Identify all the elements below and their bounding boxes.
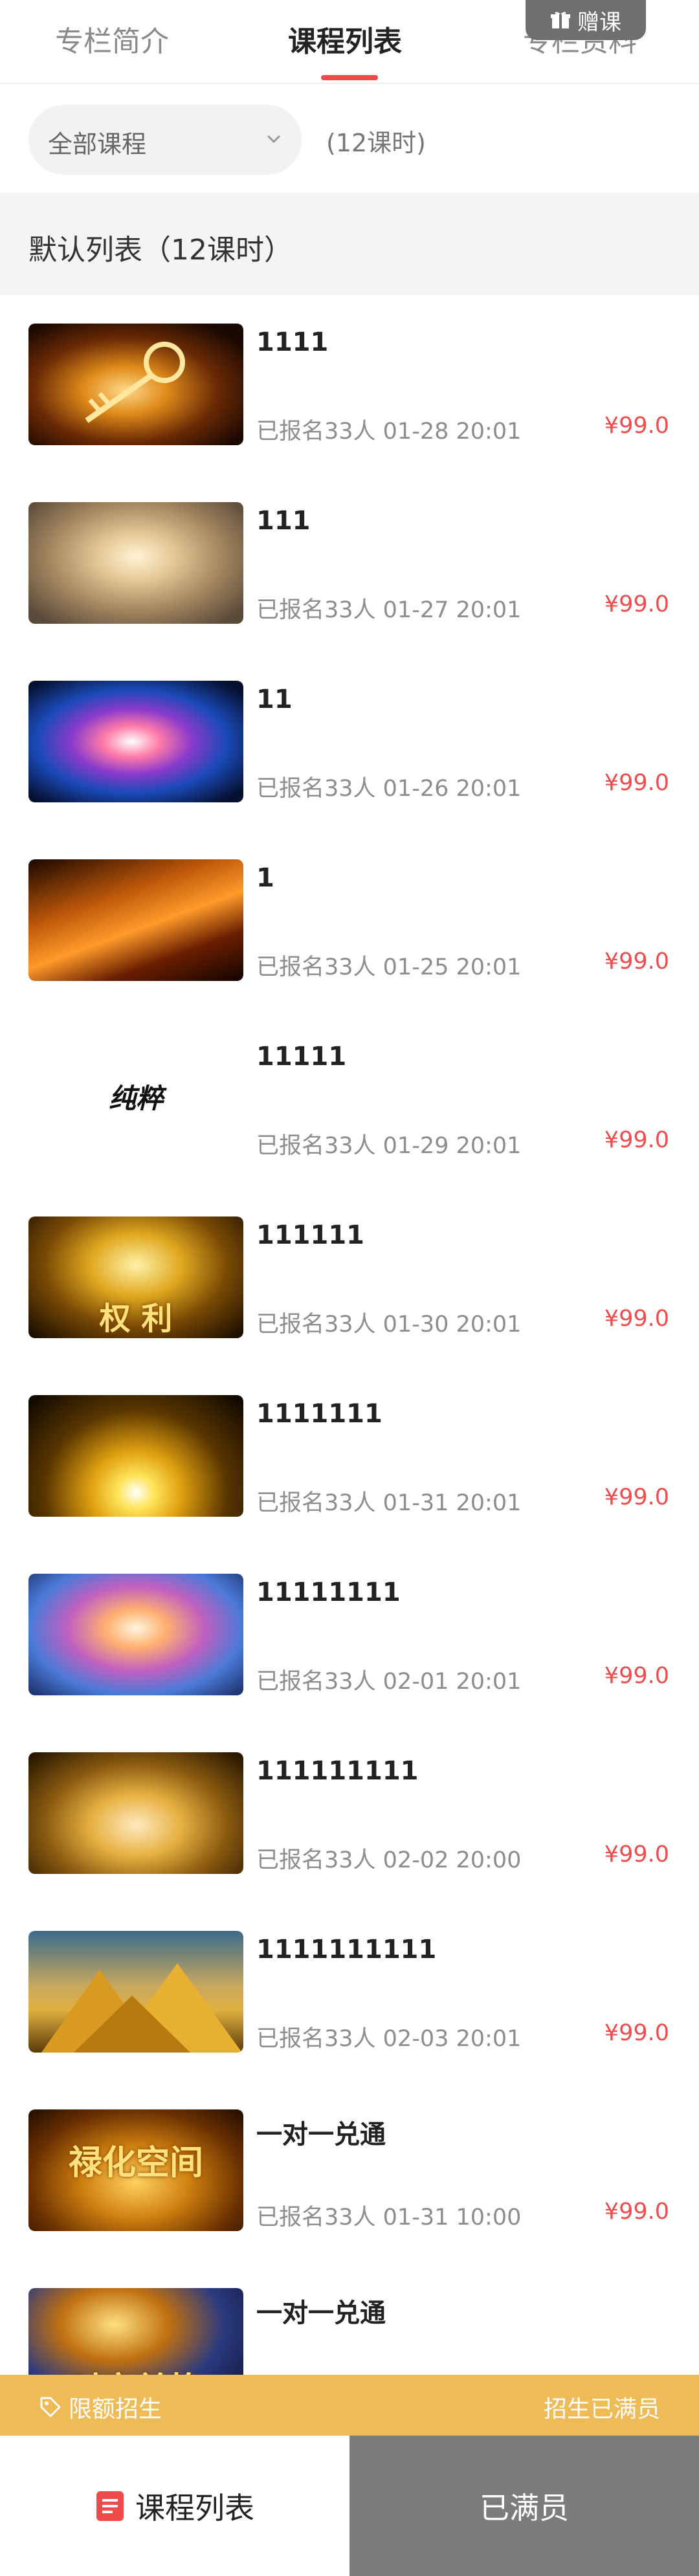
course-meta: 已报名33人 01-26 20:01 <box>256 776 522 802</box>
course-price: ¥99.0 <box>604 1842 669 1867</box>
tab-course-list[interactable]: 课程列表 <box>288 18 402 60</box>
thumbnail-caption: 纯粹 <box>108 1083 163 1114</box>
course-title: 1111111111 <box>256 1935 437 1965</box>
course-item[interactable]: 111111111 已报名33人 02-02 20:00 ¥99.0 <box>0 1724 699 1902</box>
course-meta: 已报名33人 02-01 20:01 <box>256 1669 522 1695</box>
enrollment-full-label: 招生已满员 <box>543 2396 660 2423</box>
course-title: 111 <box>256 506 311 536</box>
chevron-down-icon <box>267 135 280 144</box>
course-meta: 已报名33人 01-30 20:01 <box>256 1312 522 1338</box>
course-price: ¥99.0 <box>604 1306 669 1332</box>
course-title: 一对一兑通 <box>256 2120 386 2150</box>
course-meta: 已报名33人 02-03 20:01 <box>256 2026 522 2052</box>
course-title: 11111111 <box>256 1578 401 1607</box>
course-thumbnail <box>28 324 243 445</box>
course-thumbnail <box>28 859 243 981</box>
course-item[interactable]: 纯粹 11111 已报名33人 01-29 20:01 ¥99.0 <box>0 1009 699 1188</box>
course-meta: 已报名33人 01-31 20:01 <box>256 1490 522 1516</box>
course-item[interactable]: 1111 已报名33人 01-28 20:01 ¥99.0 <box>0 295 699 474</box>
course-price: ¥99.0 <box>604 770 669 796</box>
course-thumbnail <box>28 502 243 624</box>
course-meta: 已报名33人 01-25 20:01 <box>256 954 522 980</box>
course-title: 1 <box>256 863 274 893</box>
gift-course-button[interactable]: 赠课 <box>526 0 646 40</box>
course-price: ¥99.0 <box>604 949 669 974</box>
course-meta: 已报名33人 01-31 10:00 <box>256 2205 522 2230</box>
course-item[interactable]: 11 已报名33人 01-26 20:01 ¥99.0 <box>0 652 699 831</box>
course-item[interactable]: 11111111 已报名33人 02-01 20:01 ¥99.0 <box>0 1545 699 1724</box>
tab-intro[interactable]: 专栏简介 <box>55 18 169 60</box>
section-header: 默认列表（12课时） <box>0 193 699 295</box>
course-title: 一对一兑通 <box>256 2298 386 2328</box>
course-meta: 已报名33人 01-29 20:01 <box>256 1133 522 1159</box>
course-item[interactable]: 111 已报名33人 01-27 20:01 ¥99.0 <box>0 474 699 652</box>
course-price: ¥99.0 <box>604 2020 669 2046</box>
course-meta: 已报名33人 01-27 20:01 <box>256 597 522 623</box>
course-title: 11111 <box>256 1042 347 1072</box>
bottom-action-bar: 课程列表 已满员 <box>0 2436 699 2576</box>
course-title: 1111 <box>256 327 329 357</box>
course-item[interactable]: 1 已报名33人 01-25 20:01 ¥99.0 <box>0 831 699 1009</box>
course-meta: 已报名33人 02-02 20:00 <box>256 1847 522 1873</box>
dropdown-label: 全部课程 <box>48 130 147 159</box>
gift-label: 赠课 <box>577 9 621 36</box>
course-title: 11 <box>256 685 293 714</box>
active-tab-indicator <box>321 75 378 80</box>
course-price: ¥99.0 <box>604 413 669 439</box>
course-item[interactable]: 权 利 111111 已报名33人 01-30 20:01 ¥99.0 <box>0 1188 699 1367</box>
course-thumbnail <box>28 1931 243 2053</box>
course-thumbnail <box>28 1395 243 1517</box>
course-thumbnail: 纯粹 <box>28 1038 243 1160</box>
course-price: ¥99.0 <box>604 1484 669 1510</box>
course-list-label: 课程列表 <box>135 2490 254 2526</box>
limited-enrollment: 限额招生 <box>39 2390 162 2424</box>
course-thumbnail: 权 利 <box>28 1216 243 1338</box>
course-title: 111111111 <box>256 1756 419 1786</box>
course-item[interactable]: 1111111 已报名33人 01-31 20:01 ¥99.0 <box>0 1367 699 1545</box>
course-thumbnail <box>28 1574 243 1695</box>
course-thumbnail: 禄化空间 <box>28 2109 243 2231</box>
filter-row: 全部课程 (12课时) <box>0 84 699 193</box>
course-price: ¥99.0 <box>604 1663 669 1689</box>
doc-icon <box>96 2491 124 2521</box>
thumbnail-caption: 权 利 <box>99 1301 173 1337</box>
course-title: 111111 <box>256 1220 364 1250</box>
course-title: 1111111 <box>256 1399 383 1429</box>
full-enrollment-button[interactable]: 已满员 <box>350 2436 699 2576</box>
limited-enrollment-label: 限额招生 <box>69 2396 162 2423</box>
gift-icon <box>551 12 570 28</box>
course-price: ¥99.0 <box>604 1127 669 1153</box>
course-list-button[interactable]: 课程列表 <box>0 2436 350 2576</box>
enrollment-status-bar: 限额招生 招生已满员 <box>0 2375 699 2436</box>
section-title: 默认列表（12课时） <box>28 234 293 267</box>
thumbnail-caption: 禄化空间 <box>68 2144 203 2183</box>
course-thumbnail <box>28 681 243 802</box>
golden-key-icon <box>85 342 185 423</box>
course-item[interactable]: 禄化空间 一对一兑通 已报名33人 01-31 10:00 ¥99.0 <box>0 2081 699 2260</box>
course-price: ¥99.0 <box>604 591 669 617</box>
mountains-icon <box>41 1963 242 2053</box>
course-price: ¥99.0 <box>604 2199 669 2225</box>
tag-icon <box>40 2397 61 2417</box>
course-meta: 已报名33人 01-28 20:01 <box>256 419 522 445</box>
full-enrollment-label: 已满员 <box>480 2490 569 2526</box>
lesson-count: (12课时) <box>326 129 427 157</box>
course-thumbnail <box>28 1752 243 1874</box>
course-item[interactable]: 1111111111 已报名33人 02-03 20:01 ¥99.0 <box>0 1902 699 2081</box>
course-filter-dropdown[interactable]: 全部课程 <box>28 105 302 175</box>
